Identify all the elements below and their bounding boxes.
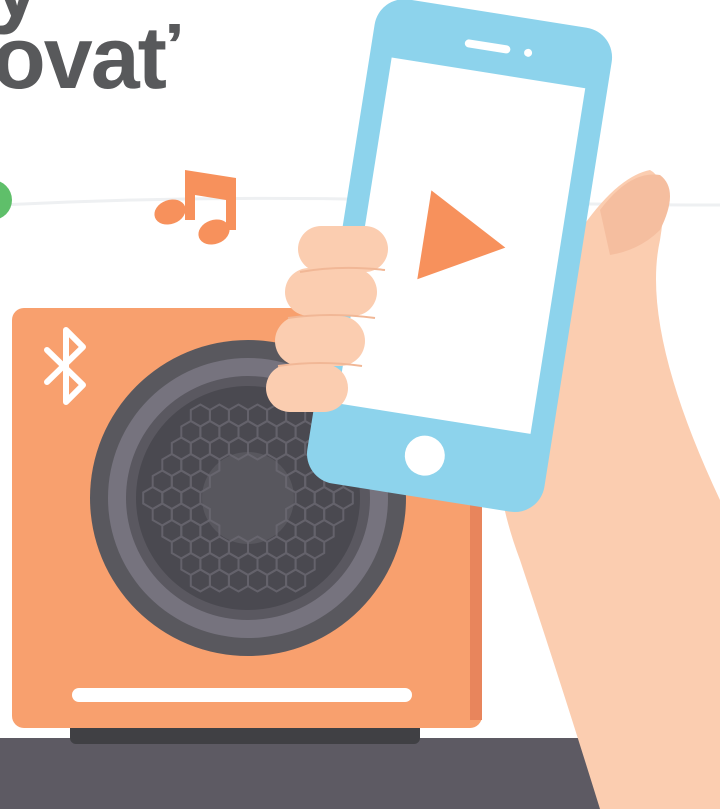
green-dot (0, 181, 12, 219)
illustration (0, 0, 720, 809)
thumb (600, 174, 670, 255)
music-note-icon (154, 170, 236, 245)
speaker-light-bar (72, 688, 412, 702)
